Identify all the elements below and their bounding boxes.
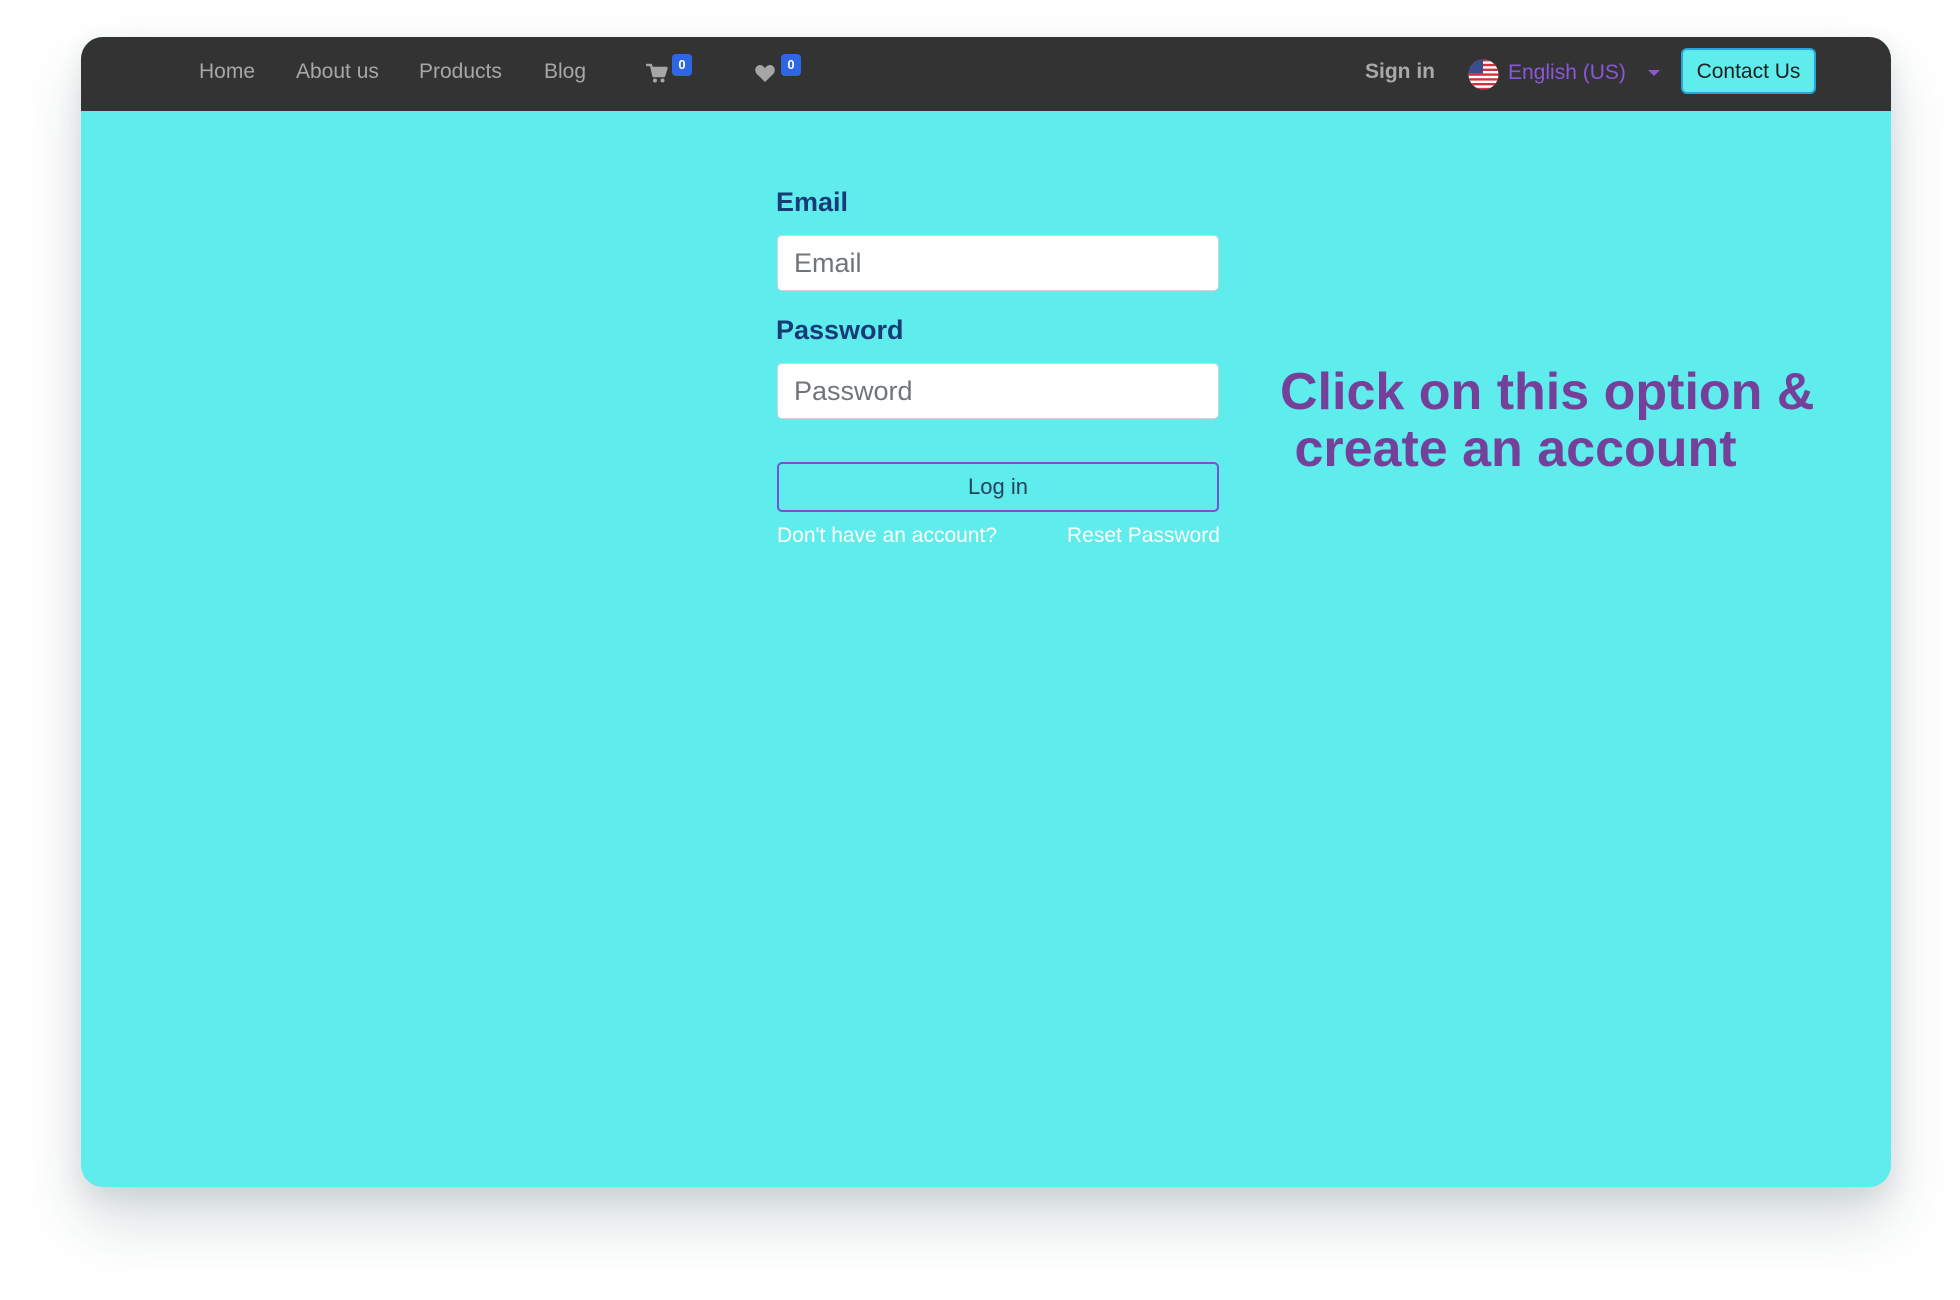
wishlist-count-badge: 0 (781, 54, 801, 76)
signup-link[interactable]: Don't have an account? (777, 524, 997, 548)
email-label: Email (776, 187, 849, 217)
caret-down-icon (1648, 70, 1660, 76)
nav-link-products[interactable]: Products (419, 37, 502, 111)
login-button[interactable]: Log in (777, 462, 1219, 512)
nav-link-blog[interactable]: Blog (544, 37, 586, 111)
sign-in-link[interactable]: Sign in (1365, 37, 1435, 111)
password-field[interactable] (777, 363, 1219, 419)
cart-count-badge: 0 (672, 54, 692, 76)
top-navbar: Home About us Products Blog 0 0 Sign in (81, 37, 1891, 111)
heart-icon[interactable] (754, 62, 776, 84)
nav-link-about-us[interactable]: About us (296, 37, 379, 111)
shopping-cart-icon[interactable] (645, 62, 668, 84)
nav-link-home[interactable]: Home (199, 37, 255, 111)
annotation-line-1: Click on this option & (1280, 363, 1815, 421)
language-label: English (US) (1508, 61, 1626, 84)
reset-password-link[interactable]: Reset Password (1067, 524, 1220, 548)
password-label: Password (776, 315, 904, 345)
contact-us-button[interactable]: Contact Us (1681, 48, 1816, 94)
us-flag-icon (1468, 59, 1499, 90)
email-field[interactable] (777, 235, 1219, 291)
annotation-callout: Click on this option & create an account (1280, 364, 1880, 478)
annotation-line-2: create an account (1280, 420, 1737, 478)
browser-window: Home About us Products Blog 0 0 Sign in (81, 37, 1891, 1187)
